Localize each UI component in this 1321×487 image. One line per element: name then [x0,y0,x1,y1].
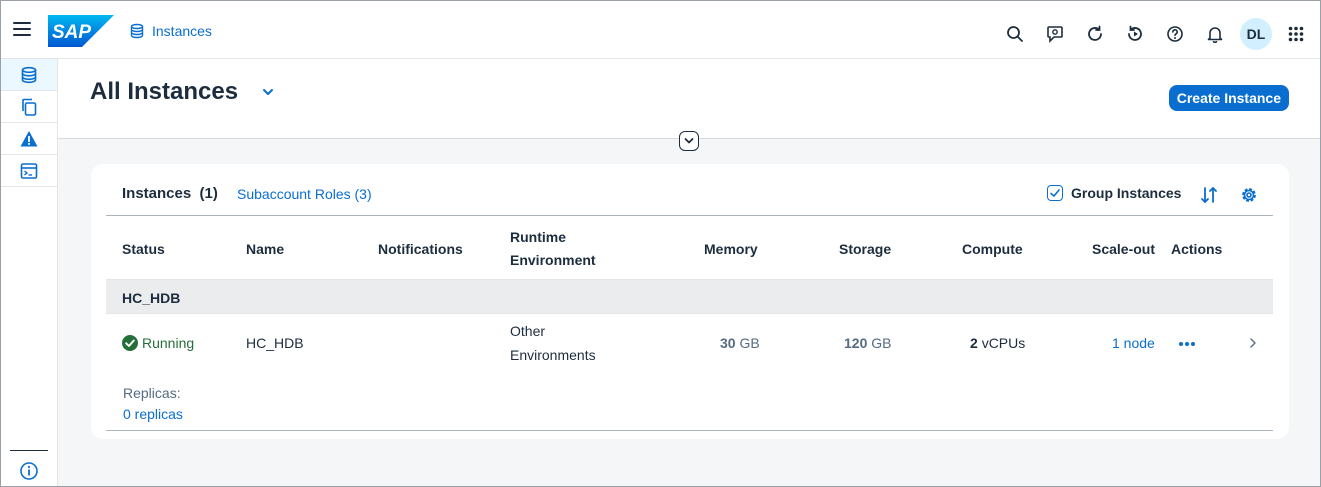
storage-cell: 120 GB [844,335,891,351]
instances-card: Instances (1) Subaccount Roles (3) Group… [91,164,1289,439]
replicas-label: Replicas: [123,385,181,401]
page-header: All Instances Create Instance [58,59,1320,139]
col-notifications[interactable]: Notifications [378,241,463,257]
memory-value: 30 [720,335,736,351]
search-icon[interactable] [1003,22,1027,46]
svg-text:SAP: SAP [52,22,91,43]
avatar[interactable]: DL [1240,18,1272,50]
group-label: HC_HDB [122,290,181,306]
col-runtime[interactable]: Runtime Environment [510,229,596,268]
subaccount-roles-link[interactable]: Subaccount Roles (3) [237,186,372,202]
group-instances-label: Group Instances [1071,185,1182,201]
memory-unit: GB [739,335,760,351]
table-toolbar: Instances (1) Subaccount Roles (3) Group… [106,164,1273,216]
table-header: Status Name Notifications Runtime Enviro… [106,216,1273,280]
page-title: All Instances [90,78,239,105]
app-title-label: Instances [152,23,212,39]
check-icon [1050,189,1060,197]
group-instances-checkbox[interactable]: Group Instances [1047,185,1181,201]
database-icon [130,23,144,39]
runtime-cell: Other Environments [510,323,596,363]
menu-icon[interactable] [13,22,31,38]
col-status[interactable]: Status [122,241,165,257]
shell-actions: DL [987,18,1308,50]
runtime-line1: Other [510,323,546,339]
name-cell: HC_HDB [246,335,304,351]
storage-unit: GB [871,335,892,351]
create-instance-button[interactable]: Create Instance [1168,85,1289,111]
navigation-arrow-icon[interactable] [1249,337,1257,349]
col-memory[interactable]: Memory [704,241,758,257]
side-nav-console[interactable] [1,155,57,187]
col-scaleout[interactable]: Scale-out [1092,241,1155,257]
app-title[interactable]: Instances [129,23,212,39]
runtime-line2: Environments [510,347,596,363]
storage-value: 120 [844,335,868,351]
memory-cell: 30 GB [720,335,760,351]
side-navigation [1,59,58,486]
bell-icon[interactable] [1203,22,1227,46]
side-nav-alerts[interactable] [1,123,57,155]
side-divider [10,450,48,451]
col-storage[interactable]: Storage [839,241,891,257]
copy-icon [22,98,37,116]
warning-icon [20,130,38,146]
checkbox-box[interactable] [1047,185,1063,201]
more-actions-icon[interactable] [1178,341,1196,347]
col-actions[interactable]: Actions [1171,241,1222,257]
compute-cell: 2 vCPUs [970,335,1025,351]
compute-value: 2 [970,335,978,351]
success-icon [122,335,138,351]
refresh-icon[interactable] [1083,22,1107,46]
col-name[interactable]: Name [246,241,284,257]
chevron-down-icon[interactable] [261,85,275,99]
chevron-down-icon [684,138,694,144]
sap-logo[interactable]: SAP [48,15,114,47]
replicas-link[interactable]: 0 replicas [123,406,183,422]
collapse-header-button[interactable] [679,131,699,151]
side-nav-copies[interactable] [1,91,57,123]
table-row[interactable]: Running HC_HDB Other Environments 30 GB … [106,314,1273,431]
help-icon[interactable] [1163,22,1187,46]
sort-icon[interactable] [1199,185,1219,205]
col-runtime-line2: Environment [510,252,596,268]
col-compute[interactable]: Compute [962,241,1023,257]
group-header-row[interactable]: HC_HDB [106,280,1273,314]
grid-icon[interactable] [1284,22,1308,46]
compute-unit: vCPUs [981,335,1026,351]
shell-bar: SAP Instances DL [1,1,1320,59]
status-cell: Running [122,335,194,351]
side-nav-instances[interactable] [1,59,57,91]
settings-icon[interactable] [1239,185,1259,205]
status-text: Running [142,335,195,351]
col-runtime-line1: Runtime [510,229,566,245]
info-icon[interactable] [19,461,39,481]
history-icon[interactable] [1123,22,1147,46]
terminal-icon [20,162,38,179]
feedback-icon[interactable] [1043,22,1067,46]
scaleout-link[interactable]: 1 node [1112,335,1155,351]
database-icon [21,66,37,83]
table-title: Instances (1) [122,185,218,202]
